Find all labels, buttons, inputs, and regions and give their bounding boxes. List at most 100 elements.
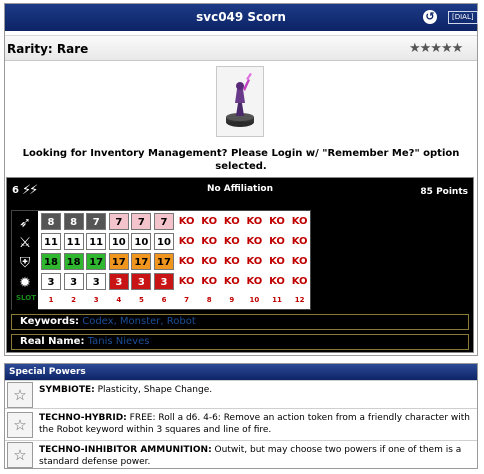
power-name: TECHNO-HYBRID: xyxy=(39,413,127,423)
slot-number: 11 xyxy=(272,296,282,304)
power-name: TECHNO-INHIBITOR AMMUNITION: xyxy=(39,445,212,455)
slot-number: 7 xyxy=(184,296,190,304)
speed-value: KO xyxy=(246,216,263,227)
slot-number: 12 xyxy=(294,296,305,304)
defense-icon: ⛨ xyxy=(19,255,31,271)
keyword-link-robot[interactable]: Robot xyxy=(167,316,196,327)
power-text: TECHNO-HYBRID: FREE: Roll a d6. 4-6: Rem… xyxy=(39,412,471,436)
damage-icon: ✹ xyxy=(19,275,31,291)
dial-header: 6 ⚡⚡ No Affiliation 85 Points xyxy=(7,178,473,205)
slot-number: 8 xyxy=(206,296,212,304)
attack-value: 10 xyxy=(131,233,152,250)
damage-value: KO xyxy=(201,276,218,287)
slot-number: 6 xyxy=(161,296,167,304)
attack-icon: ⚔ xyxy=(18,235,32,251)
slot-number: 1 xyxy=(48,296,54,304)
attack-value: KO xyxy=(246,236,263,247)
login-notice: Looking for Inventory Management? Please… xyxy=(22,148,460,172)
defense-value: KO xyxy=(178,256,195,267)
speed-value: KO xyxy=(291,216,308,227)
attack-value: 10 xyxy=(154,233,174,250)
defense-value: KO xyxy=(269,256,285,267)
power-text: SYMBIOTE: Plasticity, Shape Change. xyxy=(39,384,471,396)
damage-value: KO xyxy=(223,276,240,287)
real-name-bar: Real Name: Tanis Nieves xyxy=(11,334,469,350)
defense-value: 17 xyxy=(86,253,107,270)
affiliation: No Affiliation xyxy=(206,184,274,194)
defense-value: 17 xyxy=(108,253,129,270)
star-outline-icon: ☆ xyxy=(7,412,33,438)
speed-value: 7 xyxy=(86,213,107,230)
power-row: ☆ TECHNO-HYBRID: FREE: Roll a d6. 4-6: R… xyxy=(5,408,477,440)
speed-value: 7 xyxy=(154,213,174,230)
attack-value: KO xyxy=(291,236,308,247)
defense-value: 18 xyxy=(63,253,84,270)
speed-value: 7 xyxy=(131,213,152,230)
attack-value: 10 xyxy=(108,233,129,250)
star-outline-icon: ☆ xyxy=(7,382,33,408)
speed-value: 7 xyxy=(108,213,129,230)
slot-number: 5 xyxy=(138,296,144,304)
star-outline-icon: ☆ xyxy=(7,442,33,468)
slot-number: 9 xyxy=(229,296,235,304)
slot-number: 4 xyxy=(116,296,122,304)
damage-value: KO xyxy=(246,276,263,287)
power-text: TECHNO-INHIBITOR AMMUNITION: Outwit, but… xyxy=(39,444,471,468)
speed-value: KO xyxy=(269,216,285,227)
attack-value: KO xyxy=(178,236,195,247)
speed-value: KO xyxy=(201,216,218,227)
damage-value: 3 xyxy=(86,273,107,290)
power-description: Plasticity, Shape Change. xyxy=(97,385,213,395)
slot-number: 3 xyxy=(93,296,99,304)
speed-value: 8 xyxy=(63,213,84,230)
dial-button[interactable]: [DIAL] xyxy=(448,11,478,24)
attack-value: 11 xyxy=(63,233,84,250)
defense-value: 17 xyxy=(131,253,152,270)
defense-value: KO xyxy=(291,256,308,267)
special-powers-panel: Special Powers ☆ SYMBIOTE: Plasticity, S… xyxy=(4,363,478,469)
rating-stars: ★★★★★ xyxy=(409,41,463,56)
real-name-link[interactable]: Tanis Nieves xyxy=(88,336,150,347)
real-name-label: Real Name: xyxy=(20,336,85,347)
combat-dial: 6 ⚡⚡ No Affiliation 85 Points ➶ ⚔ ⛨ ✹ SL… xyxy=(6,177,474,353)
slot-label: SLOT xyxy=(16,294,36,302)
attack-value: KO xyxy=(223,236,240,247)
keyword-link-monster[interactable]: Monster xyxy=(120,316,160,327)
defense-value: KO xyxy=(223,256,240,267)
title-bar: svc049 Scorn ↺ [DIAL] xyxy=(5,4,478,31)
power-name: SYMBIOTE: xyxy=(39,385,95,395)
figure-thumbnail[interactable] xyxy=(216,66,264,137)
damage-value: 3 xyxy=(154,273,174,290)
speed-value: 8 xyxy=(41,213,61,230)
damage-value: KO xyxy=(178,276,195,287)
damage-value: KO xyxy=(291,276,308,287)
keyword-link-codex[interactable]: Codex xyxy=(82,316,113,327)
keywords-bar: Keywords: Codex, Monster, Robot xyxy=(11,314,469,330)
keywords-label: Keywords: xyxy=(20,316,80,327)
dial-stat-grid: ➶ ⚔ ⛨ ✹ SLOT 8 8 7 7 7 7 KO KO KO KO KO KO 11 11 11 10 1… xyxy=(11,210,311,311)
slot-number: 2 xyxy=(71,296,77,304)
speed-wing-icon: ➶ xyxy=(19,215,31,231)
damage-value: 3 xyxy=(131,273,152,290)
attack-value: KO xyxy=(201,236,218,247)
unit-title: svc049 Scorn xyxy=(196,10,286,24)
damage-value: 3 xyxy=(63,273,84,290)
damage-value: 3 xyxy=(41,273,61,290)
unit-card: svc049 Scorn ↺ [DIAL] Rarity: Rare ★★★★★… xyxy=(4,3,478,356)
attack-value: 11 xyxy=(86,233,107,250)
defense-value: KO xyxy=(246,256,263,267)
power-row: ☆ SYMBIOTE: Plasticity, Shape Change. xyxy=(5,380,477,408)
defense-value: 18 xyxy=(41,253,61,270)
attack-value: KO xyxy=(269,236,285,247)
figure-image xyxy=(226,73,254,127)
power-row: ☆ TECHNO-INHIBITOR AMMUNITION: Outwit, b… xyxy=(5,440,477,469)
special-powers-heading: Special Powers xyxy=(5,364,477,380)
damage-value: 3 xyxy=(108,273,129,290)
rarity-label: Rarity: Rare xyxy=(7,42,89,56)
refresh-icon[interactable]: ↺ xyxy=(423,10,437,24)
attack-value: 11 xyxy=(41,233,61,250)
defense-value: 17 xyxy=(154,253,174,270)
damage-value: KO xyxy=(269,276,285,287)
speed-value: KO xyxy=(178,216,195,227)
defense-value: KO xyxy=(201,256,218,267)
